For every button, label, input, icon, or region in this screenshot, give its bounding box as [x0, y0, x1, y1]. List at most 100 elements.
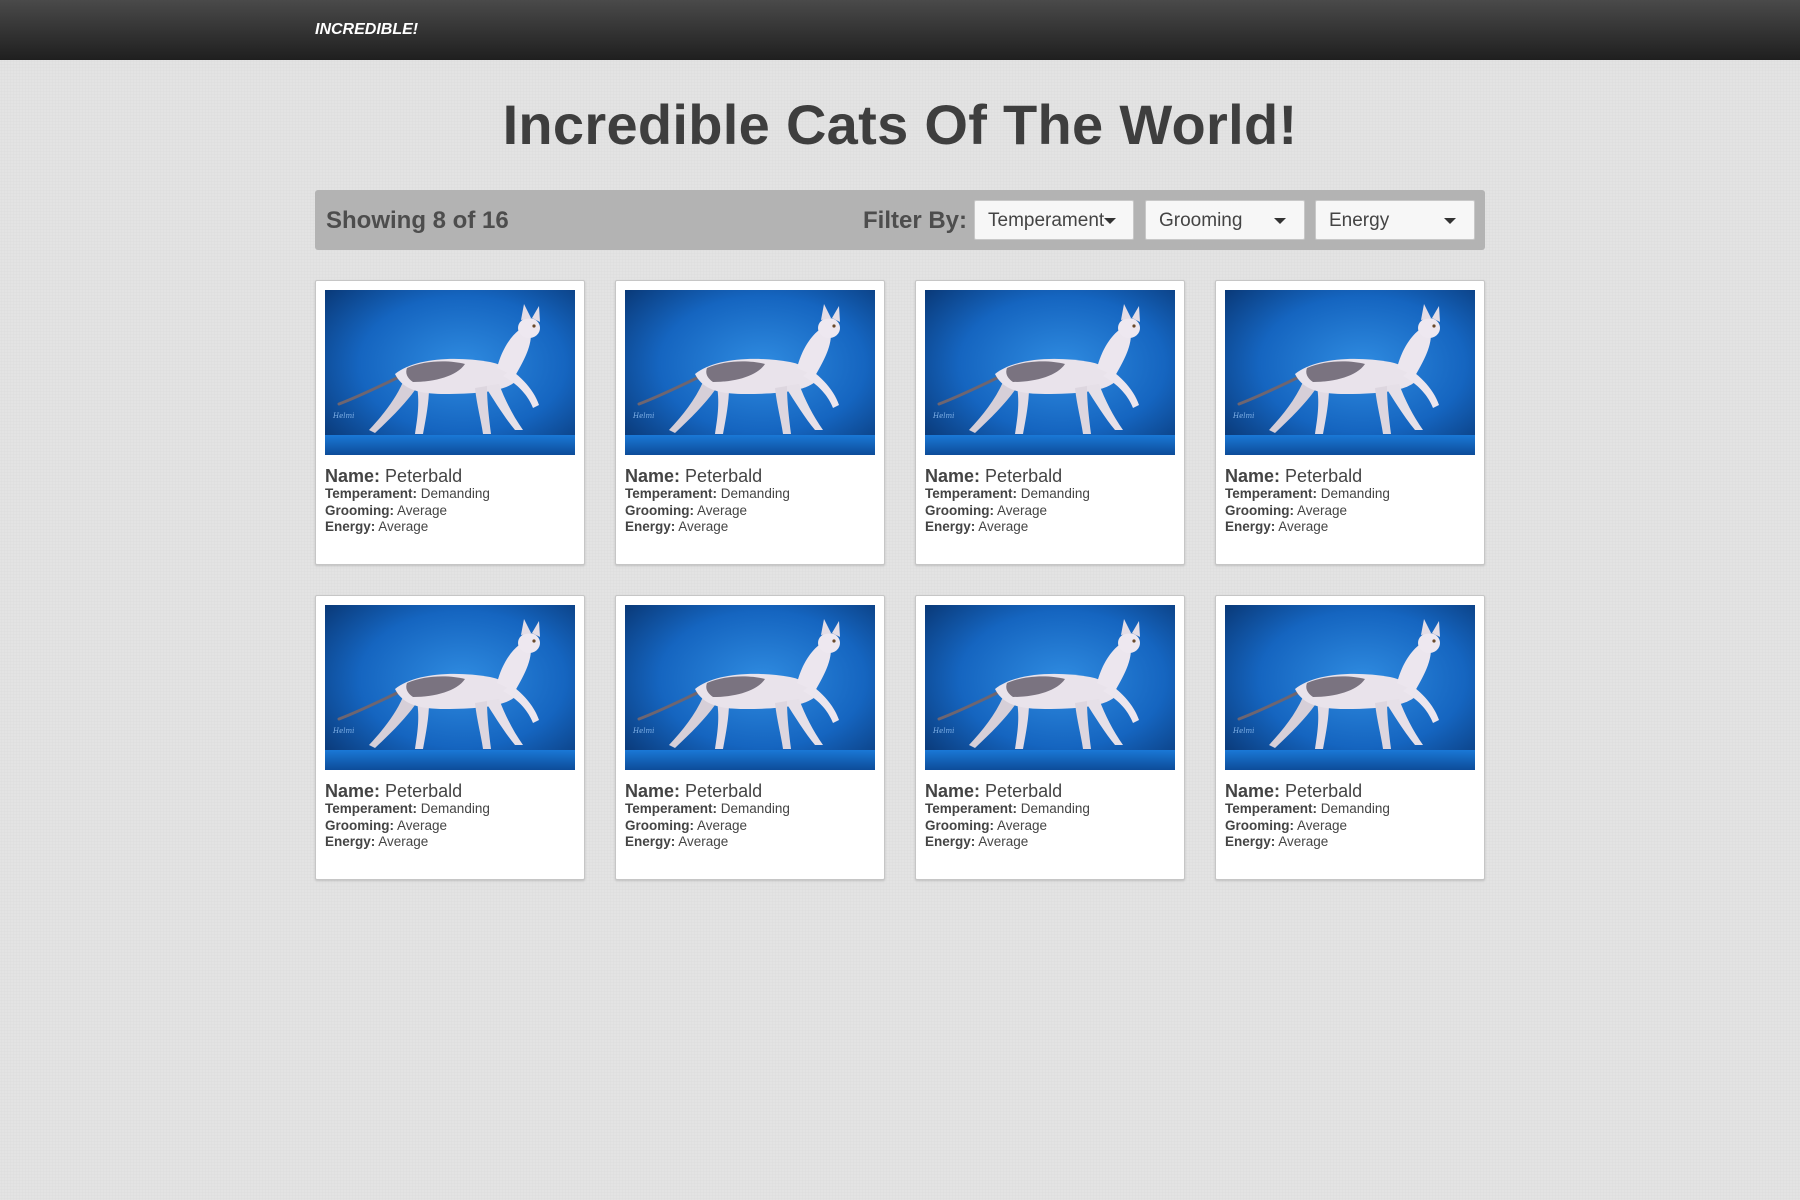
grooming-label: Grooming: [925, 502, 994, 518]
name-row: Name: Peterbald [325, 466, 575, 486]
energy-label: Energy: [1225, 834, 1276, 849]
filter-label: Filter By: [863, 207, 968, 234]
cat-photo[interactable]: Helmi [925, 290, 1175, 455]
cat-photo[interactable]: Helmi [1225, 605, 1475, 770]
grooming-row: Grooming: Average [325, 818, 575, 835]
cat-info: Name: Peterbald Temperament: Demanding G… [625, 466, 875, 536]
energy-dropdown[interactable]: Energy [1315, 200, 1475, 240]
photographer-signature: Helmi [932, 727, 954, 735]
grooming-label: Grooming: [1225, 502, 1294, 518]
temperament-value: Demanding [1320, 801, 1390, 816]
temperament-label: Temperament: [325, 801, 418, 816]
temperament-label: Temperament: [625, 801, 718, 816]
energy-label: Energy: [625, 834, 676, 849]
temperament-value: Demanding [1020, 486, 1090, 501]
name-label: Name: [625, 781, 681, 801]
page-title: Incredible Cats Of The World! [502, 93, 1298, 156]
energy-row: Energy: Average [625, 834, 875, 851]
name-value: Peterbald [685, 466, 763, 486]
cat-card[interactable]: Helmi Name: Peterbald Temperament: Deman… [315, 595, 585, 880]
temperament-value: Demanding [420, 486, 490, 501]
energy-value: Average [1278, 519, 1329, 534]
grooming-row: Grooming: Average [1225, 818, 1475, 835]
temperament-label: Temperament: [925, 801, 1018, 816]
name-row: Name: Peterbald [1225, 781, 1475, 801]
cat-card[interactable]: Helmi Name: Peterbald Temperament: Deman… [915, 595, 1185, 880]
grooming-label: Grooming: [925, 817, 994, 833]
cat-card[interactable]: Helmi Name: Peterbald Temperament: Deman… [615, 280, 885, 565]
cat-photo[interactable]: Helmi [625, 605, 875, 770]
energy-label: Energy: [925, 519, 976, 534]
cat-photo[interactable]: Helmi [625, 290, 875, 455]
cat-photo[interactable]: Helmi [1225, 290, 1475, 455]
energy-value: Average [678, 834, 729, 849]
energy-row: Energy: Average [925, 834, 1175, 851]
photographer-signature: Helmi [1232, 412, 1254, 420]
energy-row: Energy: Average [925, 519, 1175, 536]
cat-card[interactable]: Helmi Name: Peterbald Temperament: Deman… [1215, 595, 1485, 880]
name-value: Peterbald [385, 781, 463, 801]
energy-label: Energy: [1225, 519, 1276, 534]
name-label: Name: [925, 781, 981, 801]
energy-value: Average [378, 519, 429, 534]
grooming-value: Average [397, 817, 448, 833]
energy-value: Average [378, 834, 429, 849]
temperament-row: Temperament: Demanding [325, 801, 575, 818]
grooming-label: Grooming: [625, 817, 694, 833]
grooming-dropdown-label: Grooming [1159, 210, 1243, 231]
name-label: Name: [1225, 466, 1281, 486]
photographer-signature: Helmi [332, 727, 354, 735]
filter-bar: Showing 8 of 16 Filter By: Temperament G… [315, 190, 1485, 250]
caret-down-icon [1274, 218, 1286, 224]
name-value: Peterbald [1285, 781, 1363, 801]
grooming-row: Grooming: Average [625, 818, 875, 835]
temperament-label: Temperament: [325, 486, 418, 501]
grooming-value: Average [997, 502, 1048, 518]
name-label: Name: [325, 466, 381, 486]
cat-info: Name: Peterbald Temperament: Demanding G… [925, 466, 1175, 536]
grooming-row: Grooming: Average [325, 503, 575, 520]
temperament-value: Demanding [720, 486, 790, 501]
cat-card[interactable]: Helmi Name: Peterbald Temperament: Deman… [315, 280, 585, 565]
temperament-dropdown-label: Temperament [988, 210, 1105, 231]
temperament-label: Temperament: [1225, 801, 1318, 816]
brand-link[interactable]: INCREDIBLE! [315, 21, 418, 39]
temperament-value: Demanding [720, 801, 790, 816]
name-value: Peterbald [385, 466, 463, 486]
temperament-row: Temperament: Demanding [325, 486, 575, 503]
caret-down-icon [1104, 218, 1116, 224]
cat-photo[interactable]: Helmi [325, 290, 575, 455]
name-label: Name: [1225, 781, 1281, 801]
result-count: Showing 8 of 16 [326, 207, 509, 234]
energy-value: Average [1278, 834, 1329, 849]
temperament-row: Temperament: Demanding [1225, 486, 1475, 503]
cat-card[interactable]: Helmi Name: Peterbald Temperament: Deman… [915, 280, 1185, 565]
grooming-label: Grooming: [325, 502, 394, 518]
main-container: Incredible Cats Of The World! Showing 8 … [315, 60, 1485, 880]
cat-photo[interactable]: Helmi [925, 605, 1175, 770]
energy-value: Average [978, 519, 1029, 534]
name-label: Name: [325, 781, 381, 801]
cat-info: Name: Peterbald Temperament: Demanding G… [625, 781, 875, 851]
cat-card[interactable]: Helmi Name: Peterbald Temperament: Deman… [615, 595, 885, 880]
cat-card[interactable]: Helmi Name: Peterbald Temperament: Deman… [1215, 280, 1485, 565]
temperament-row: Temperament: Demanding [625, 486, 875, 503]
temperament-row: Temperament: Demanding [625, 801, 875, 818]
grooming-value: Average [697, 817, 748, 833]
temperament-value: Demanding [1020, 801, 1090, 816]
temperament-dropdown[interactable]: Temperament [974, 200, 1134, 240]
photographer-signature: Helmi [632, 412, 654, 420]
energy-label: Energy: [925, 834, 976, 849]
energy-dropdown-label: Energy [1329, 210, 1390, 231]
cat-photo[interactable]: Helmi [325, 605, 575, 770]
name-row: Name: Peterbald [625, 781, 875, 801]
energy-row: Energy: Average [325, 519, 575, 536]
temperament-value: Demanding [1320, 486, 1390, 501]
grooming-value: Average [997, 817, 1048, 833]
name-value: Peterbald [685, 781, 763, 801]
grooming-label: Grooming: [325, 817, 394, 833]
name-label: Name: [625, 466, 681, 486]
grooming-dropdown[interactable]: Grooming [1145, 200, 1305, 240]
temperament-row: Temperament: Demanding [925, 486, 1175, 503]
grooming-value: Average [697, 502, 748, 518]
